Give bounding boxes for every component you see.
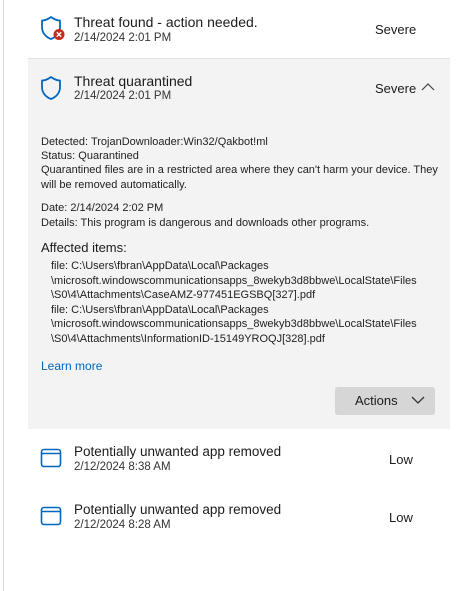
severity-label: Severe: [375, 81, 417, 96]
left-border: [3, 0, 4, 591]
severity-label: Low: [389, 510, 413, 525]
shield-error-icon: [41, 16, 65, 40]
app-date: 2/12/2024 8:38 AM: [74, 461, 171, 473]
app-title: Potentially unwanted app removed: [74, 502, 282, 517]
severity-label: Low: [389, 452, 413, 467]
threat-date: 2/14/2024 2:01 PM: [74, 32, 172, 44]
detected-text: Detected: TrojanDownloader:Win32/Qakbot!…: [41, 136, 268, 148]
affected-files-list: file: C:\Users\fbran\AppData\Local\Packa…: [51, 259, 417, 346]
app-date: 2/12/2024 8:28 AM: [74, 519, 171, 531]
actions-label: Actions: [355, 393, 398, 408]
file-path-line: \microsoft.windowscommunicationsapps_8we…: [51, 318, 417, 330]
file-path-line: file: C:\Users\fbran\AppData\Local\Packa…: [51, 303, 269, 316]
threat-date: 2/14/2024 2:01 PM: [74, 90, 172, 102]
file-path-line: \S0\4\Attachments\CaseAMZ-977451EGSBQ[32…: [51, 289, 316, 301]
app-removed-item[interactable]: Potentially unwanted app removed 2/12/20…: [28, 432, 450, 488]
affected-items-title: Affected items:: [41, 240, 127, 255]
file-path-line: file: C:\Users\fbran\AppData\Local\Packa…: [51, 260, 269, 272]
app-window-icon: [40, 506, 62, 526]
shield-icon: [41, 76, 61, 100]
learn-more-link[interactable]: Learn more: [41, 359, 102, 373]
app-removed-item[interactable]: Potentially unwanted app removed 2/12/20…: [28, 490, 450, 546]
app-window-icon: [40, 448, 62, 468]
threat-title: Threat quarantined: [74, 73, 193, 89]
threat-title: Threat found - action needed.: [74, 14, 258, 30]
chevron-down-icon: [411, 396, 425, 404]
details-text: Details: This program is dangerous and d…: [41, 217, 370, 229]
status-text: Status: Quarantined: [41, 150, 139, 162]
threat-item-action-needed[interactable]: Threat found - action needed. 2/14/2024 …: [28, 0, 450, 56]
actions-button[interactable]: Actions: [335, 387, 435, 415]
date-text: Date: 2/14/2024 2:02 PM: [41, 202, 164, 214]
threat-expanded-panel: Threat quarantined 2/14/2024 2:01 PM Sev…: [28, 58, 450, 429]
threat-item-quarantined[interactable]: Threat quarantined 2/14/2024 2:01 PM Sev…: [28, 59, 450, 111]
chevron-up-icon[interactable]: [421, 83, 435, 91]
file-path-line: \microsoft.windowscommunicationsapps_8we…: [51, 274, 417, 287]
app-title: Potentially unwanted app removed: [74, 444, 282, 459]
file-path-line: \S0\4\Attachments\InformationID-15149YRO…: [51, 332, 325, 345]
severity-label: Severe: [375, 22, 417, 37]
description-text: Quarantined files are in a restricted ar…: [41, 164, 438, 191]
